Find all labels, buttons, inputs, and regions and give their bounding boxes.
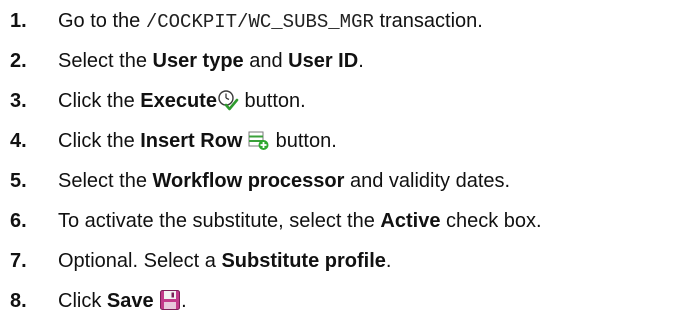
step-text-post: . bbox=[358, 50, 364, 72]
step-text-pre: Select the bbox=[58, 50, 153, 72]
step-text-pre: Click the bbox=[58, 130, 141, 152]
step-text-pre: To activate the substitute, select the bbox=[58, 210, 381, 232]
step-text-pre: Click bbox=[58, 290, 107, 312]
step-text-post: button. bbox=[238, 90, 306, 112]
step-text: Go to the /COCKPIT/WC_SUBS_MGR transacti… bbox=[58, 6, 483, 37]
transaction-code: /COCKPIT/WC_SUBS_MGR bbox=[145, 11, 374, 33]
step-text: Optional. Select a Substitute profile. bbox=[58, 246, 391, 276]
step-number: 5. bbox=[10, 170, 27, 192]
insert-row-label: Insert Row bbox=[140, 130, 243, 152]
workflow-processor-label: Workflow processor bbox=[152, 170, 345, 192]
step-text-post: and validity dates. bbox=[344, 170, 511, 192]
execute-clock-check-icon bbox=[217, 89, 239, 111]
step-number: 3. bbox=[10, 90, 27, 112]
step-text-post: . bbox=[181, 290, 187, 312]
step-text: Click the Execute button. bbox=[58, 86, 306, 116]
user-id-label: User ID bbox=[288, 50, 359, 72]
step-text-mid: and bbox=[243, 50, 289, 72]
step-text-pre: Go to the bbox=[58, 10, 146, 32]
step-number: 1. bbox=[10, 10, 27, 32]
step-number: 4. bbox=[10, 130, 27, 152]
step-text-pre: Select the bbox=[58, 170, 153, 192]
step-text-pre: Optional. Select a bbox=[58, 250, 222, 272]
execute-label: Execute bbox=[140, 90, 217, 112]
insert-row-icon bbox=[248, 129, 270, 151]
substitute-profile-label: Substitute profile bbox=[221, 250, 386, 272]
user-type-label: User type bbox=[152, 50, 244, 72]
step-number: 2. bbox=[10, 50, 27, 72]
step-text-post: transaction. bbox=[373, 10, 483, 32]
save-floppy-icon bbox=[159, 289, 181, 311]
step-text-post: button. bbox=[270, 130, 337, 152]
step-text: Click the Insert Row button. bbox=[58, 126, 337, 156]
step-text-post: . bbox=[385, 250, 392, 272]
step-text: Select the User type and User ID. bbox=[58, 46, 364, 76]
save-label: Save bbox=[106, 290, 154, 312]
active-label: Active bbox=[380, 210, 441, 232]
step-text-pre: Click the bbox=[58, 90, 141, 112]
step-text-post: check box. bbox=[440, 210, 542, 232]
step-number: 8. bbox=[10, 290, 27, 312]
step-text: To activate the substitute, select the A… bbox=[58, 206, 542, 236]
step-text: Click Save . bbox=[58, 286, 187, 316]
step-number: 7. bbox=[10, 250, 27, 272]
step-text: Select the Workflow processor and validi… bbox=[58, 166, 510, 196]
step-number: 6. bbox=[10, 210, 27, 232]
